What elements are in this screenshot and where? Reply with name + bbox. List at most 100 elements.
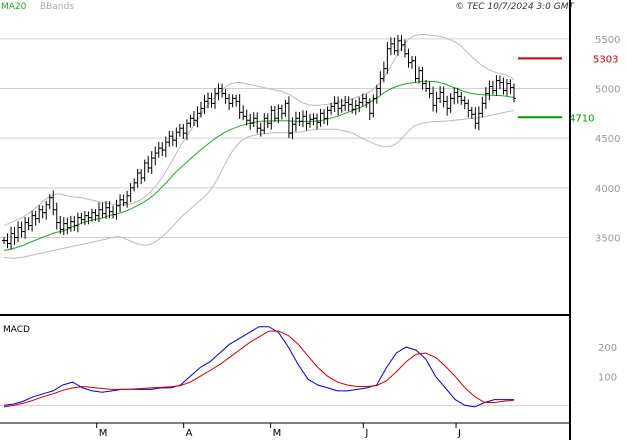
ohlc-bar <box>86 211 91 225</box>
ohlc-bar <box>132 178 137 192</box>
ohlc-bar <box>68 215 73 232</box>
ohlc-bar <box>283 99 288 117</box>
ohlc-bar <box>455 87 460 104</box>
ohlc-bar <box>318 108 323 127</box>
resistance-level-label: 5303 <box>593 54 618 65</box>
ohlc-bar <box>198 101 203 118</box>
ohlc-bar <box>497 75 502 90</box>
price-tick-label: 4500 <box>595 134 620 145</box>
ohlc-bar <box>227 94 232 111</box>
month-tick-label: M <box>273 428 282 439</box>
ohlc-bar <box>322 109 327 125</box>
month-tick-label: A <box>186 428 193 439</box>
ohlc-bar <box>469 106 474 119</box>
month-tick-label: J <box>364 428 368 439</box>
ohlc-bar <box>244 109 249 126</box>
ohlc-bar <box>223 88 228 104</box>
ohlc-bar <box>508 79 513 95</box>
legend-ma20: MA20 <box>1 2 27 12</box>
ohlc-bar <box>30 210 35 232</box>
ohlc-bar <box>512 83 516 103</box>
ohlc-bar <box>75 212 80 233</box>
support-level-label: 4710 <box>569 113 594 124</box>
ohlc-bar <box>353 99 358 115</box>
ohlc-bar <box>452 87 457 105</box>
ohlc-bar <box>177 123 182 137</box>
ohlc-bar <box>480 96 485 118</box>
ohlc-bar <box>343 96 348 111</box>
bbands-lower-line <box>3 109 515 259</box>
price-tick-label: 4000 <box>595 184 620 195</box>
ohlc-bar <box>135 168 140 188</box>
ohlc-bar <box>445 95 450 116</box>
ohlc-bar <box>466 99 471 118</box>
ohlc-bar <box>248 113 253 130</box>
ohlc-bar <box>65 217 70 235</box>
ohlc-bar <box>181 124 186 139</box>
macd-tick-label: 200 <box>598 343 617 354</box>
copyright-text: © TEC 10/7/2024 3:0 GMT <box>455 2 575 12</box>
ohlc-bar <box>40 205 45 219</box>
ohlc-bar <box>417 66 422 84</box>
ohlc-bar <box>167 130 172 147</box>
ohlc-bar <box>195 106 200 128</box>
ohlc-bar <box>441 86 446 108</box>
ohlc-bar <box>490 80 495 95</box>
ohlc-bar <box>163 136 168 158</box>
ohlc-bar <box>234 94 239 107</box>
ohlc-bar <box>26 217 31 231</box>
ohlc-bar <box>61 217 66 236</box>
ohlc-bar <box>501 77 506 95</box>
ohlc-bar <box>149 151 154 175</box>
ohlc-bar <box>504 78 509 96</box>
price-tick-label: 5000 <box>595 85 620 96</box>
ohlc-bar <box>325 106 330 126</box>
ohlc-bar <box>462 96 467 110</box>
ohlc-bar <box>431 86 436 112</box>
bbands-upper-line <box>3 33 515 227</box>
ohlc-bar <box>100 202 105 218</box>
ohlc-bar <box>33 210 38 226</box>
ohlc-bar <box>448 93 453 113</box>
ohlc-bar <box>272 105 277 122</box>
ohlc-bar <box>241 105 246 121</box>
ohlc-bar <box>156 141 161 158</box>
ohlc-bar <box>332 96 337 113</box>
ohlc-bar <box>300 110 305 128</box>
ohlc-bar <box>44 200 49 220</box>
signal-line <box>3 330 515 408</box>
price-tick-label: 5500 <box>595 35 620 46</box>
ohlc-bar <box>174 127 179 148</box>
month-tick-label: J <box>457 428 461 439</box>
ohlc-bar <box>494 75 499 96</box>
ohlc-bar <box>371 94 376 118</box>
chart-svg: 5303 4710 3500 4000 4500 5000 5500 100 200 M A M J J… <box>0 0 620 440</box>
ohlc-bar <box>128 183 133 203</box>
ohlc-bar <box>9 226 14 250</box>
ohlc-bar <box>304 110 309 131</box>
ohlc-bar <box>230 94 235 108</box>
ohlc-bar <box>406 48 411 68</box>
macd-line <box>3 326 514 408</box>
ohlc-bar <box>269 105 274 130</box>
ohlc-bar <box>118 194 123 213</box>
ohlc-bar <box>72 216 77 232</box>
ohlc-bar <box>146 155 151 173</box>
ohlc-bar <box>37 205 42 224</box>
stock-chart: 5303 4710 3500 4000 4500 5000 5500 100 200 M A M J J… <box>0 0 627 440</box>
ohlc-bar <box>311 113 316 126</box>
ma20-line <box>3 80 515 251</box>
macd-title: MACD <box>3 325 30 335</box>
ohlc-bar <box>297 112 302 126</box>
price-tick-label: 3500 <box>595 234 620 245</box>
ohlc-bar <box>188 114 193 128</box>
ohlc-bar <box>413 56 418 83</box>
ohlc-bar <box>153 146 158 166</box>
ohlc-bar <box>251 112 256 128</box>
ohlc-bar <box>420 66 425 90</box>
ohlc-bar <box>262 113 267 134</box>
ohlc-bar <box>346 96 351 112</box>
ohlc-bar <box>255 112 260 134</box>
ohlc-bar <box>209 92 214 108</box>
ohlc-bar <box>388 37 393 56</box>
